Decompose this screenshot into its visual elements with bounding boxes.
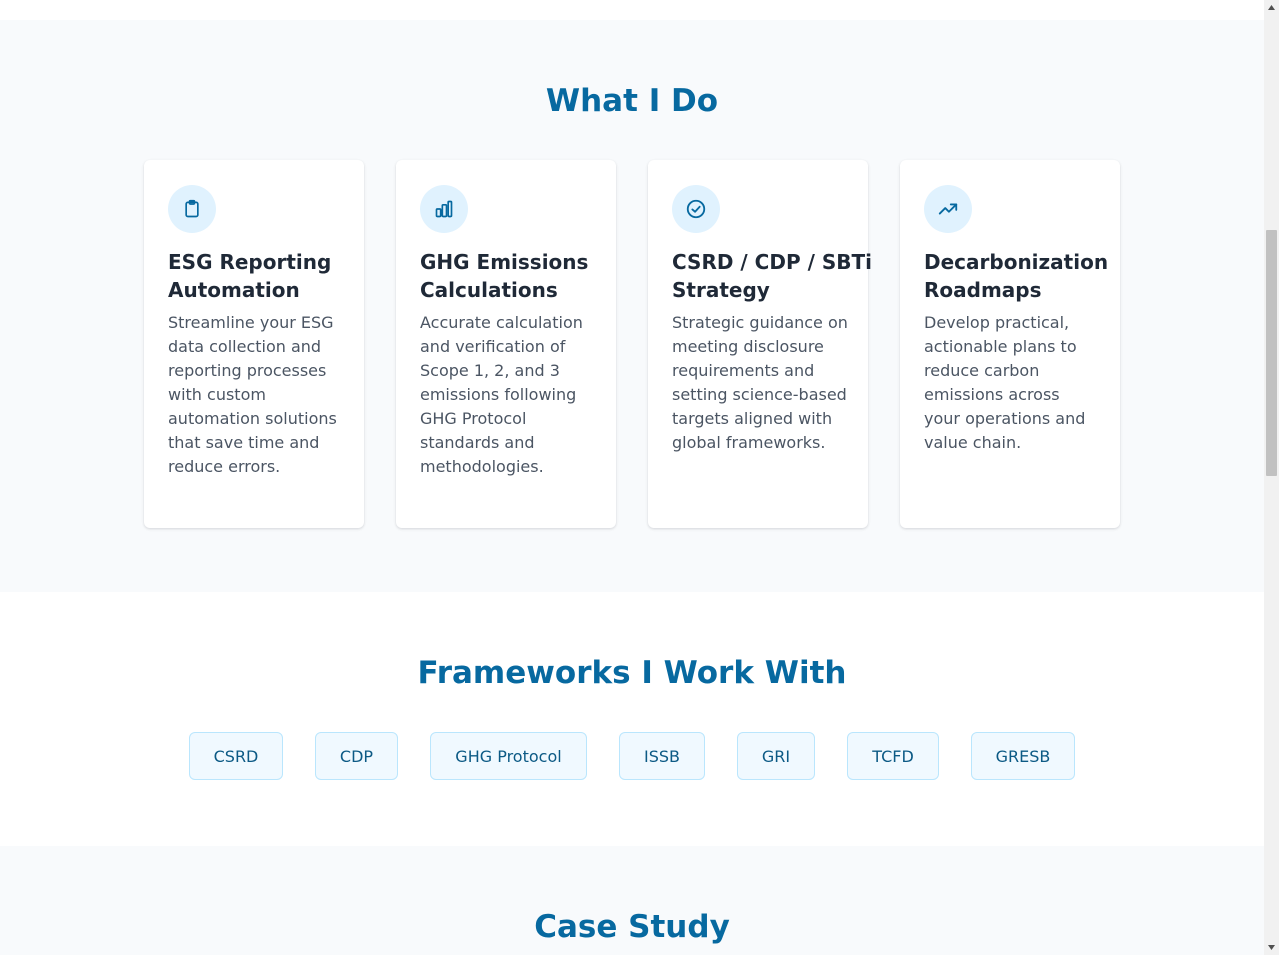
service-card-title: CSRD / CDP / SBTi Strategy [672, 250, 872, 302]
framework-chip-csrd: CSRD [189, 732, 283, 780]
vertical-scrollbar[interactable] [1264, 0, 1279, 955]
service-card-description: Develop practical, actionable plans to r… [924, 313, 1086, 452]
top-section-edge [0, 0, 1264, 20]
page: What I Do ESG Reporting Automation Strea… [0, 0, 1264, 955]
case-study-title: Case Study [534, 909, 730, 945]
framework-chip-gresb: GRESB [971, 732, 1075, 780]
service-card-title: ESG Reporting Automation [168, 250, 332, 302]
service-card-esg-reporting: ESG Reporting Automation Streamline your… [144, 160, 364, 528]
scrollbar-thumb[interactable] [1266, 230, 1277, 476]
trending-up-icon [924, 185, 972, 233]
scroll-up-arrow-icon[interactable] [1264, 0, 1279, 15]
service-card-description: Accurate calculation and verification of… [420, 313, 583, 476]
services-title: What I Do [545, 83, 719, 119]
frameworks-section: Frameworks I Work With CSRD CDP GHG Prot… [0, 592, 1264, 846]
service-card-title: Decarbonization Roadmaps [924, 250, 1109, 302]
services-section: What I Do ESG Reporting Automation Strea… [0, 20, 1264, 592]
service-card-description: Streamline your ESG data collection and … [168, 313, 337, 476]
case-study-section: Case Study [0, 846, 1264, 955]
scroll-down-arrow-icon[interactable] [1264, 940, 1279, 955]
check-circle-icon [672, 185, 720, 233]
framework-chip-gri: GRI [737, 732, 815, 780]
frameworks-title: Frameworks I Work With [417, 655, 847, 691]
framework-chip-ghg-protocol: GHG Protocol [430, 732, 587, 780]
bar-chart-icon [420, 185, 468, 233]
service-card-description: Strategic guidance on meeting disclosure… [672, 313, 848, 452]
framework-chip-tcfd: TCFD [847, 732, 939, 780]
service-card-decarbonization: Decarbonization Roadmaps Develop practic… [900, 160, 1120, 528]
service-card-title: GHG Emissions Calculations [420, 250, 589, 302]
clipboard-icon [168, 185, 216, 233]
service-card-csrd-strategy: CSRD / CDP / SBTi Strategy Strategic gui… [648, 160, 872, 528]
service-card-ghg-emissions: GHG Emissions Calculations Accurate calc… [396, 160, 616, 528]
framework-chip-cdp: CDP [315, 732, 398, 780]
framework-chip-issb: ISSB [619, 732, 705, 780]
